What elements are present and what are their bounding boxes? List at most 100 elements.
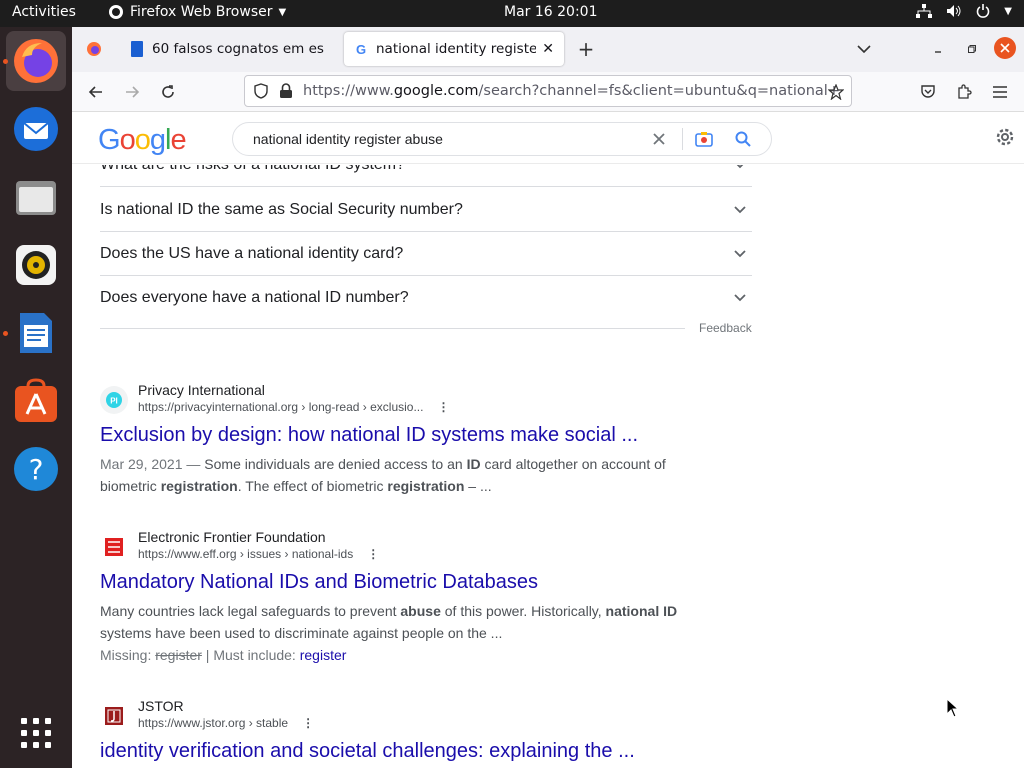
close-tab-icon[interactable]: ✕ — [542, 41, 554, 57]
new-tab-button[interactable]: + — [574, 37, 598, 61]
more-options-icon[interactable]: ⋮ — [302, 716, 314, 730]
dock-firefox[interactable] — [6, 31, 66, 91]
snippet-text: Some individuals are denied access to an — [204, 456, 467, 472]
result-title[interactable]: Mandatory National IDs and Biometric Dat… — [100, 571, 720, 594]
snippet-text: – ... — [464, 478, 492, 494]
snippet-text: Many countries lack legal safeguards to … — [100, 603, 401, 619]
missing-label: Missing: — [100, 647, 156, 663]
result-title[interactable]: identity verification and societal chall… — [100, 740, 720, 763]
network-icon — [916, 4, 933, 18]
clock[interactable]: Mar 16 20:01 — [504, 4, 597, 20]
activities-button[interactable]: Activities — [12, 4, 76, 20]
settings-button[interactable] — [994, 126, 1016, 152]
camera-icon[interactable] — [695, 131, 713, 147]
paa-question[interactable]: Is national ID the same as Social Securi… — [100, 188, 752, 232]
software-center-icon — [15, 378, 57, 422]
chevron-down-icon: ▼ — [278, 6, 287, 18]
chevron-down-icon: ▼ — [1004, 5, 1012, 17]
svg-text:?: ? — [29, 453, 44, 486]
clear-icon[interactable] — [652, 132, 666, 146]
result-source[interactable]: PI Privacy International https://privacy… — [100, 382, 720, 418]
must-include-label: | Must include: — [201, 647, 300, 663]
missing-term: register — [155, 647, 202, 663]
dock-show-apps[interactable] — [6, 703, 66, 763]
dock-thunderbird[interactable] — [6, 99, 66, 159]
dock-rhythmbox[interactable] — [6, 235, 66, 295]
must-include-link[interactable]: register — [300, 647, 347, 663]
result-source[interactable]: Electronic Frontier Foundation https://w… — [100, 529, 720, 565]
app-name: Firefox Web Browser — [130, 4, 273, 20]
forward-button[interactable] — [120, 80, 144, 104]
list-all-tabs-button[interactable] — [852, 37, 876, 61]
pocket-button[interactable] — [916, 80, 940, 104]
tab-bar: 60 falsos cognatos em es G national iden… — [72, 27, 1024, 72]
search-icon[interactable] — [735, 131, 751, 147]
snippet-text: of this power. Historically, — [440, 603, 606, 619]
search-input[interactable]: national identity register abuse — [253, 131, 652, 147]
chevron-down-icon — [734, 249, 746, 257]
system-tray[interactable]: ▼ — [916, 4, 1012, 18]
tab-label: national identity register — [376, 41, 537, 57]
result-title[interactable]: Exclusion by design: how national ID sys… — [100, 424, 720, 447]
reload-icon — [162, 85, 174, 98]
chevron-down-icon — [734, 205, 746, 213]
snippet-highlight: national ID — [605, 603, 678, 619]
plus-icon: + — [577, 37, 595, 61]
star-icon — [828, 84, 844, 100]
tab-google-search[interactable]: G national identity register ✕ — [344, 32, 564, 66]
power-icon — [977, 4, 990, 18]
minimize-button[interactable] — [926, 37, 950, 61]
more-options-icon[interactable]: ⋮ — [367, 547, 379, 561]
search-results: What are the risks of a national ID syst… — [72, 165, 1024, 768]
result-source[interactable]: JSTOR https://www.jstor.org › stable ⋮ — [100, 698, 720, 734]
result-date: Mar 29, 2021 — — [100, 456, 205, 472]
app-menu[interactable]: Firefox Web Browser ▼ — [108, 4, 286, 20]
google-logo[interactable]: Google — [98, 124, 187, 157]
thunderbird-icon — [14, 107, 58, 151]
url-bar[interactable]: https://www. google.com/search?channel=fs… — [244, 75, 852, 107]
feedback-link[interactable]: Feedback — [699, 321, 752, 335]
logo-letter: e — [170, 124, 186, 156]
paa-question-text: Does the US have a national identity car… — [100, 244, 404, 262]
result-snippet: Mar 29, 2021 — Some individuals are deni… — [100, 453, 720, 497]
logo-letter: o — [119, 124, 136, 156]
back-button[interactable] — [84, 80, 108, 104]
reload-button[interactable] — [156, 80, 180, 104]
paa-question[interactable]: What are the risks of a national ID syst… — [100, 165, 752, 187]
minimize-icon — [935, 51, 941, 53]
volume-icon — [947, 5, 961, 17]
app-menu-button[interactable] — [988, 80, 1012, 104]
snippet-highlight: ID — [466, 456, 481, 472]
pocket-icon — [921, 85, 935, 98]
result-url: https://www.eff.org › issues › national-… — [138, 547, 354, 561]
firefox-view-icon — [87, 42, 101, 56]
snippet-text: systems have been used to discriminate a… — [100, 625, 503, 641]
tab-firefox-view[interactable] — [76, 32, 112, 66]
dock-files[interactable] — [6, 167, 66, 227]
running-indicator — [3, 59, 8, 64]
tab-falsos-cognatos[interactable]: 60 falsos cognatos em es — [120, 32, 340, 66]
dock-help[interactable]: ? — [6, 439, 66, 499]
divider — [682, 128, 683, 150]
chevron-down-icon — [734, 294, 746, 302]
extensions-button[interactable] — [952, 80, 976, 104]
navigation-toolbar: https://www. google.com/search?channel=fs… — [72, 72, 1024, 112]
rhythmbox-icon — [16, 245, 56, 285]
eff-logo-icon — [105, 538, 123, 556]
paa-question[interactable]: Does everyone have a national ID number? — [100, 276, 752, 320]
tab-label: 60 falsos cognatos em es — [152, 41, 324, 57]
dock-writer[interactable] — [6, 303, 66, 363]
dock-software[interactable] — [6, 371, 66, 431]
more-options-icon[interactable]: ⋮ — [437, 400, 449, 414]
firefox-icon — [14, 39, 58, 83]
google-search-box[interactable]: national identity register abuse — [232, 122, 772, 156]
result-site-name: Electronic Frontier Foundation — [138, 529, 326, 545]
dock: ? — [0, 27, 72, 768]
bookmark-page-button[interactable] — [824, 80, 848, 104]
maximize-button[interactable] — [960, 37, 984, 61]
logo-letter: o — [134, 124, 151, 156]
close-window-button[interactable] — [994, 37, 1016, 59]
paa-question[interactable]: Does the US have a national identity car… — [100, 232, 752, 276]
puzzle-icon — [958, 84, 972, 99]
url-host: google.com — [393, 83, 479, 99]
